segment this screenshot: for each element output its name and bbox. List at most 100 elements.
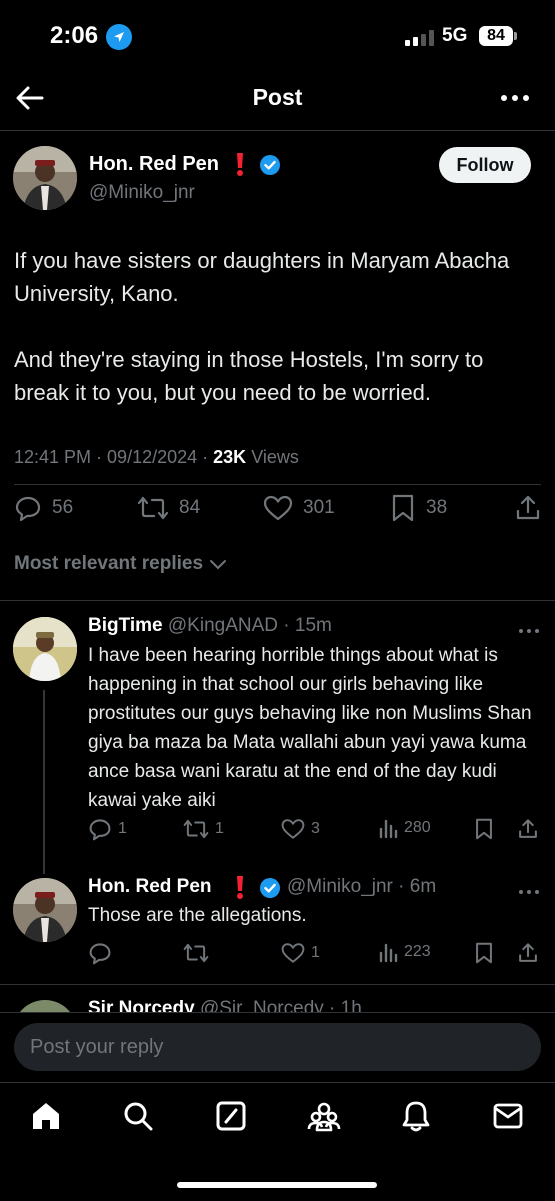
repost-action[interactable] [183, 941, 209, 965]
meta-divider [14, 484, 541, 485]
section-divider [0, 600, 555, 601]
notifications-icon[interactable] [400, 1100, 432, 1137]
reply-time: 15m [294, 615, 332, 636]
bookmark-count: 38 [426, 497, 448, 518]
signal-icon [405, 30, 437, 51]
views-action[interactable]: 223 [378, 941, 431, 963]
like-action[interactable]: 3 [281, 817, 320, 841]
follow-button[interactable]: Follow [439, 147, 531, 183]
reply-author-handle[interactable]: @Miniko_jnr [287, 876, 393, 897]
avatar[interactable] [13, 146, 77, 210]
bookmark-icon[interactable] [474, 941, 494, 970]
views-count: 223 [404, 943, 431, 960]
dot-separator: · [278, 615, 295, 636]
reply-count: 1 [118, 820, 127, 837]
share-icon [516, 495, 540, 520]
repost-count: 1 [215, 820, 224, 837]
reply-author-handle[interactable]: @Sir_Norcedy [200, 998, 324, 1012]
like-icon [263, 495, 293, 521]
avatar[interactable] [13, 617, 77, 681]
reply-text: I have been hearing horrible things abou… [88, 645, 532, 811]
reply-action[interactable]: 56 [14, 494, 73, 522]
more-icon[interactable] [518, 622, 540, 640]
chevron-down-icon [210, 560, 227, 570]
views-icon [379, 819, 398, 839]
reply-action[interactable]: 1 [88, 817, 127, 841]
dot-separator: · [323, 998, 341, 1012]
avatar[interactable] [13, 878, 77, 942]
bookmark-icon [392, 494, 414, 522]
post-meta: 12:41 PM · 09/12/2024 · 23K Views [14, 447, 299, 467]
reply-meta: @Miniko_jnr · 6m [287, 876, 436, 898]
views-icon [379, 943, 398, 963]
reply-time: 6m [409, 876, 437, 897]
views-label: Views [251, 447, 299, 467]
reply-author-name[interactable]: Hon. Red Pen [88, 876, 212, 897]
location-arrow-icon [106, 24, 132, 50]
bookmark-icon[interactable] [474, 817, 494, 846]
views-count: 23K [213, 447, 247, 467]
post-time: 12:41 PM [14, 447, 92, 467]
reply-partial: Sir Norcedy @Sir_Norcedy · 1h [0, 992, 555, 1012]
messages-icon[interactable] [492, 1100, 524, 1137]
like-action[interactable]: 301 [263, 494, 335, 522]
verified-icon [260, 155, 280, 175]
repost-icon [183, 943, 209, 963]
replies-filter-label: Most relevant replies [14, 553, 204, 574]
reply-icon [89, 819, 111, 841]
like-count: 301 [303, 497, 335, 518]
home-indicator [177, 1182, 377, 1188]
replies-filter[interactable]: Most relevant replies [14, 553, 227, 575]
reply-header: Sir Norcedy @Sir_Norcedy · 1h [88, 998, 362, 1012]
author-name[interactable]: Hon. Red Pen [89, 153, 219, 176]
network-type: 5G [442, 25, 468, 46]
repost-icon [137, 496, 169, 520]
share-icon[interactable] [517, 941, 539, 970]
like-count: 3 [311, 820, 320, 837]
reply-text: Those are the allegations. [88, 905, 307, 926]
share-icon[interactable] [517, 817, 539, 846]
exclamation-icon [234, 151, 246, 182]
reply-header: BigTime @KingANAD · 15m [88, 615, 332, 637]
more-icon[interactable] [518, 883, 540, 901]
home-icon[interactable] [30, 1100, 62, 1137]
repost-action[interactable]: 1 [183, 817, 224, 841]
like-icon [281, 943, 305, 963]
repost-action[interactable]: 84 [137, 494, 200, 522]
post-text: If you have sisters or daughters in Mary… [14, 248, 510, 405]
reply-icon [15, 496, 41, 522]
battery-level: 84 [479, 26, 513, 46]
reply-author-name[interactable]: Sir Norcedy [88, 998, 195, 1012]
grok-icon[interactable] [215, 1100, 247, 1137]
verified-icon [260, 878, 280, 898]
battery-tip [514, 32, 517, 40]
avatar[interactable] [13, 1000, 77, 1012]
views-action[interactable]: 280 [378, 817, 431, 839]
page-title: Post [252, 84, 303, 110]
thread-line [43, 690, 45, 874]
share-action[interactable] [514, 494, 542, 522]
dot-separator: · [392, 876, 410, 897]
author-handle[interactable]: @Miniko_jnr [89, 182, 195, 204]
reply-input[interactable]: Post your reply [14, 1023, 541, 1071]
reply-header: Hon. Red Pen [88, 876, 212, 898]
status-time: 2:06 [50, 22, 99, 49]
reply-time: 1h [340, 998, 362, 1012]
communities-icon[interactable] [307, 1100, 341, 1137]
header-divider [0, 130, 555, 131]
search-icon[interactable] [122, 1100, 154, 1137]
bookmark-action[interactable]: 38 [390, 494, 447, 522]
reply-author-name[interactable]: BigTime [88, 615, 163, 636]
more-icon[interactable] [498, 88, 532, 108]
views-count: 280 [404, 819, 431, 836]
reply-author-handle[interactable]: @KingANAD [168, 615, 278, 636]
reply-divider [0, 984, 555, 985]
repost-count: 84 [179, 497, 201, 518]
repost-icon [183, 819, 209, 839]
like-action[interactable]: 1 [281, 941, 320, 965]
reply-action[interactable] [88, 941, 112, 965]
post-date: 09/12/2024 [107, 447, 198, 467]
reply-icon [89, 943, 111, 965]
like-icon [281, 819, 305, 839]
like-count: 1 [311, 944, 320, 961]
